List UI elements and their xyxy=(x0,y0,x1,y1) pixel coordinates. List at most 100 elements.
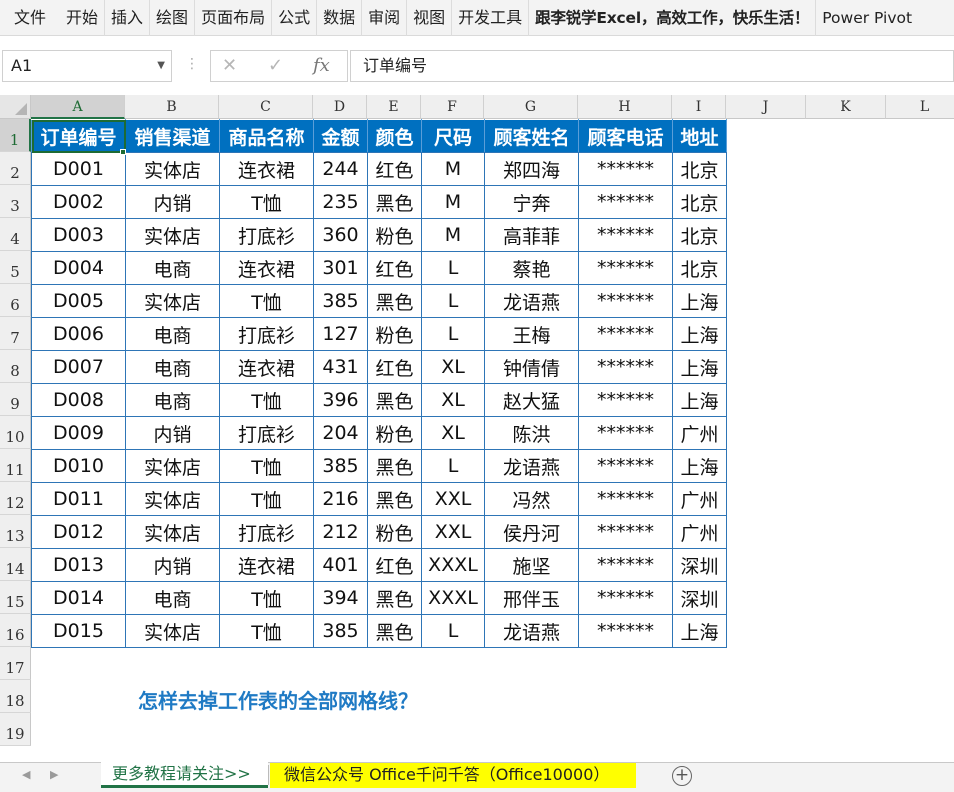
table-cell[interactable]: 实体店 xyxy=(125,218,220,252)
table-header-cell[interactable]: 顾客姓名 xyxy=(484,119,579,153)
table-cell[interactable]: ****** xyxy=(578,185,673,219)
table-header-cell[interactable]: 尺码 xyxy=(421,119,485,153)
table-cell[interactable]: D010 xyxy=(31,449,126,483)
row-header-8[interactable]: 8 xyxy=(0,350,31,383)
table-cell[interactable]: 北京 xyxy=(672,185,727,219)
table-cell[interactable]: 黑色 xyxy=(367,185,422,219)
table-cell[interactable]: 广州 xyxy=(672,416,727,450)
tab-view[interactable]: 视图 xyxy=(407,0,453,36)
table-cell[interactable]: ****** xyxy=(578,449,673,483)
table-cell[interactable]: 粉色 xyxy=(367,218,422,252)
table-cell[interactable]: D006 xyxy=(31,317,126,351)
table-cell[interactable]: 216 xyxy=(313,482,368,516)
table-cell[interactable]: D002 xyxy=(31,185,126,219)
table-cell[interactable]: 385 xyxy=(313,614,368,648)
table-cell[interactable]: 内销 xyxy=(125,416,220,450)
table-cell[interactable]: 连衣裙 xyxy=(219,350,314,384)
table-cell[interactable]: 粉色 xyxy=(367,416,422,450)
table-cell[interactable]: T恤 xyxy=(219,482,314,516)
table-cell[interactable]: 360 xyxy=(313,218,368,252)
table-cell[interactable]: 红色 xyxy=(367,548,422,582)
table-cell[interactable]: XXXL xyxy=(421,548,485,582)
table-cell[interactable]: 上海 xyxy=(672,383,727,417)
row-header-6[interactable]: 6 xyxy=(0,284,31,317)
table-cell[interactable]: 广州 xyxy=(672,482,727,516)
table-cell[interactable]: 电商 xyxy=(125,251,220,285)
table-cell[interactable]: ****** xyxy=(578,515,673,549)
scroll-left-icon[interactable]: ◀ xyxy=(22,768,30,781)
row-header-9[interactable]: 9 xyxy=(0,383,31,416)
row-header-17[interactable]: 17 xyxy=(0,647,31,680)
table-cell[interactable]: T恤 xyxy=(219,449,314,483)
insert-function-icon[interactable]: fx xyxy=(313,50,330,82)
table-cell[interactable]: 127 xyxy=(313,317,368,351)
table-cell[interactable]: ****** xyxy=(578,482,673,516)
table-cell[interactable]: 431 xyxy=(313,350,368,384)
table-cell[interactable]: L xyxy=(421,284,485,318)
table-cell[interactable]: T恤 xyxy=(219,185,314,219)
table-cell[interactable]: 黑色 xyxy=(367,383,422,417)
chevron-down-icon[interactable]: ▼ xyxy=(157,51,165,81)
table-cell[interactable]: 粉色 xyxy=(367,317,422,351)
table-header-cell[interactable]: 颜色 xyxy=(367,119,422,153)
table-cell[interactable]: 北京 xyxy=(672,218,727,252)
column-header-g[interactable]: G xyxy=(484,95,578,119)
column-header-a[interactable]: A xyxy=(31,95,125,119)
table-cell[interactable]: ****** xyxy=(578,317,673,351)
table-cell[interactable]: 红色 xyxy=(367,152,422,186)
table-cell[interactable]: 打底衫 xyxy=(219,515,314,549)
table-cell[interactable]: 侯丹河 xyxy=(484,515,579,549)
table-cell[interactable]: ****** xyxy=(578,548,673,582)
row-header-18[interactable]: 18 xyxy=(0,680,31,713)
column-header-k[interactable]: K xyxy=(806,95,886,119)
table-cell[interactable]: 401 xyxy=(313,548,368,582)
column-header-f[interactable]: F xyxy=(421,95,484,119)
table-cell[interactable]: 上海 xyxy=(672,449,727,483)
table-cell[interactable]: 深圳 xyxy=(672,548,727,582)
table-cell[interactable]: XL xyxy=(421,383,485,417)
select-all-button[interactable] xyxy=(0,95,31,119)
row-header-10[interactable]: 10 xyxy=(0,416,31,449)
table-cell[interactable]: ****** xyxy=(578,581,673,615)
table-cell[interactable]: 电商 xyxy=(125,350,220,384)
column-header-d[interactable]: D xyxy=(313,95,367,119)
table-cell[interactable]: M xyxy=(421,152,485,186)
table-cell[interactable]: D014 xyxy=(31,581,126,615)
table-cell[interactable]: 301 xyxy=(313,251,368,285)
table-cell[interactable]: 高菲菲 xyxy=(484,218,579,252)
table-cell[interactable]: ****** xyxy=(578,284,673,318)
table-cell[interactable]: 红色 xyxy=(367,350,422,384)
tab-custom[interactable]: 跟李锐学Excel，高效工作，快乐生活！ xyxy=(529,0,817,36)
table-cell[interactable]: 龙语燕 xyxy=(484,614,579,648)
table-cell[interactable]: 上海 xyxy=(672,284,727,318)
table-cell[interactable]: T恤 xyxy=(219,383,314,417)
table-cell[interactable]: ****** xyxy=(578,218,673,252)
row-header-15[interactable]: 15 xyxy=(0,581,31,614)
table-cell[interactable]: XL xyxy=(421,416,485,450)
table-cell[interactable]: XXL xyxy=(421,482,485,516)
tab-review[interactable]: 审阅 xyxy=(362,0,408,36)
cancel-icon[interactable]: ✕ xyxy=(222,50,237,82)
column-header-i[interactable]: I xyxy=(672,95,726,119)
table-cell[interactable]: D008 xyxy=(31,383,126,417)
table-cell[interactable]: 上海 xyxy=(672,614,727,648)
table-header-cell[interactable]: 订单编号 xyxy=(31,119,126,153)
table-cell[interactable]: 赵大猛 xyxy=(484,383,579,417)
enter-icon[interactable]: ✓ xyxy=(268,50,283,82)
table-cell[interactable]: 打底衫 xyxy=(219,317,314,351)
table-header-cell[interactable]: 销售渠道 xyxy=(125,119,220,153)
table-cell[interactable]: D013 xyxy=(31,548,126,582)
table-cell[interactable]: ****** xyxy=(578,251,673,285)
table-cell[interactable]: 连衣裙 xyxy=(219,152,314,186)
table-cell[interactable]: D003 xyxy=(31,218,126,252)
table-cell[interactable]: 王梅 xyxy=(484,317,579,351)
table-cell[interactable]: 235 xyxy=(313,185,368,219)
column-header-j[interactable]: J xyxy=(726,95,806,119)
table-cell[interactable]: T恤 xyxy=(219,614,314,648)
name-box[interactable]: A1 ▼ xyxy=(2,50,172,82)
table-cell[interactable]: 实体店 xyxy=(125,614,220,648)
table-cell[interactable]: D004 xyxy=(31,251,126,285)
table-cell[interactable]: 385 xyxy=(313,449,368,483)
table-cell[interactable]: 广州 xyxy=(672,515,727,549)
table-cell[interactable]: 龙语燕 xyxy=(484,449,579,483)
